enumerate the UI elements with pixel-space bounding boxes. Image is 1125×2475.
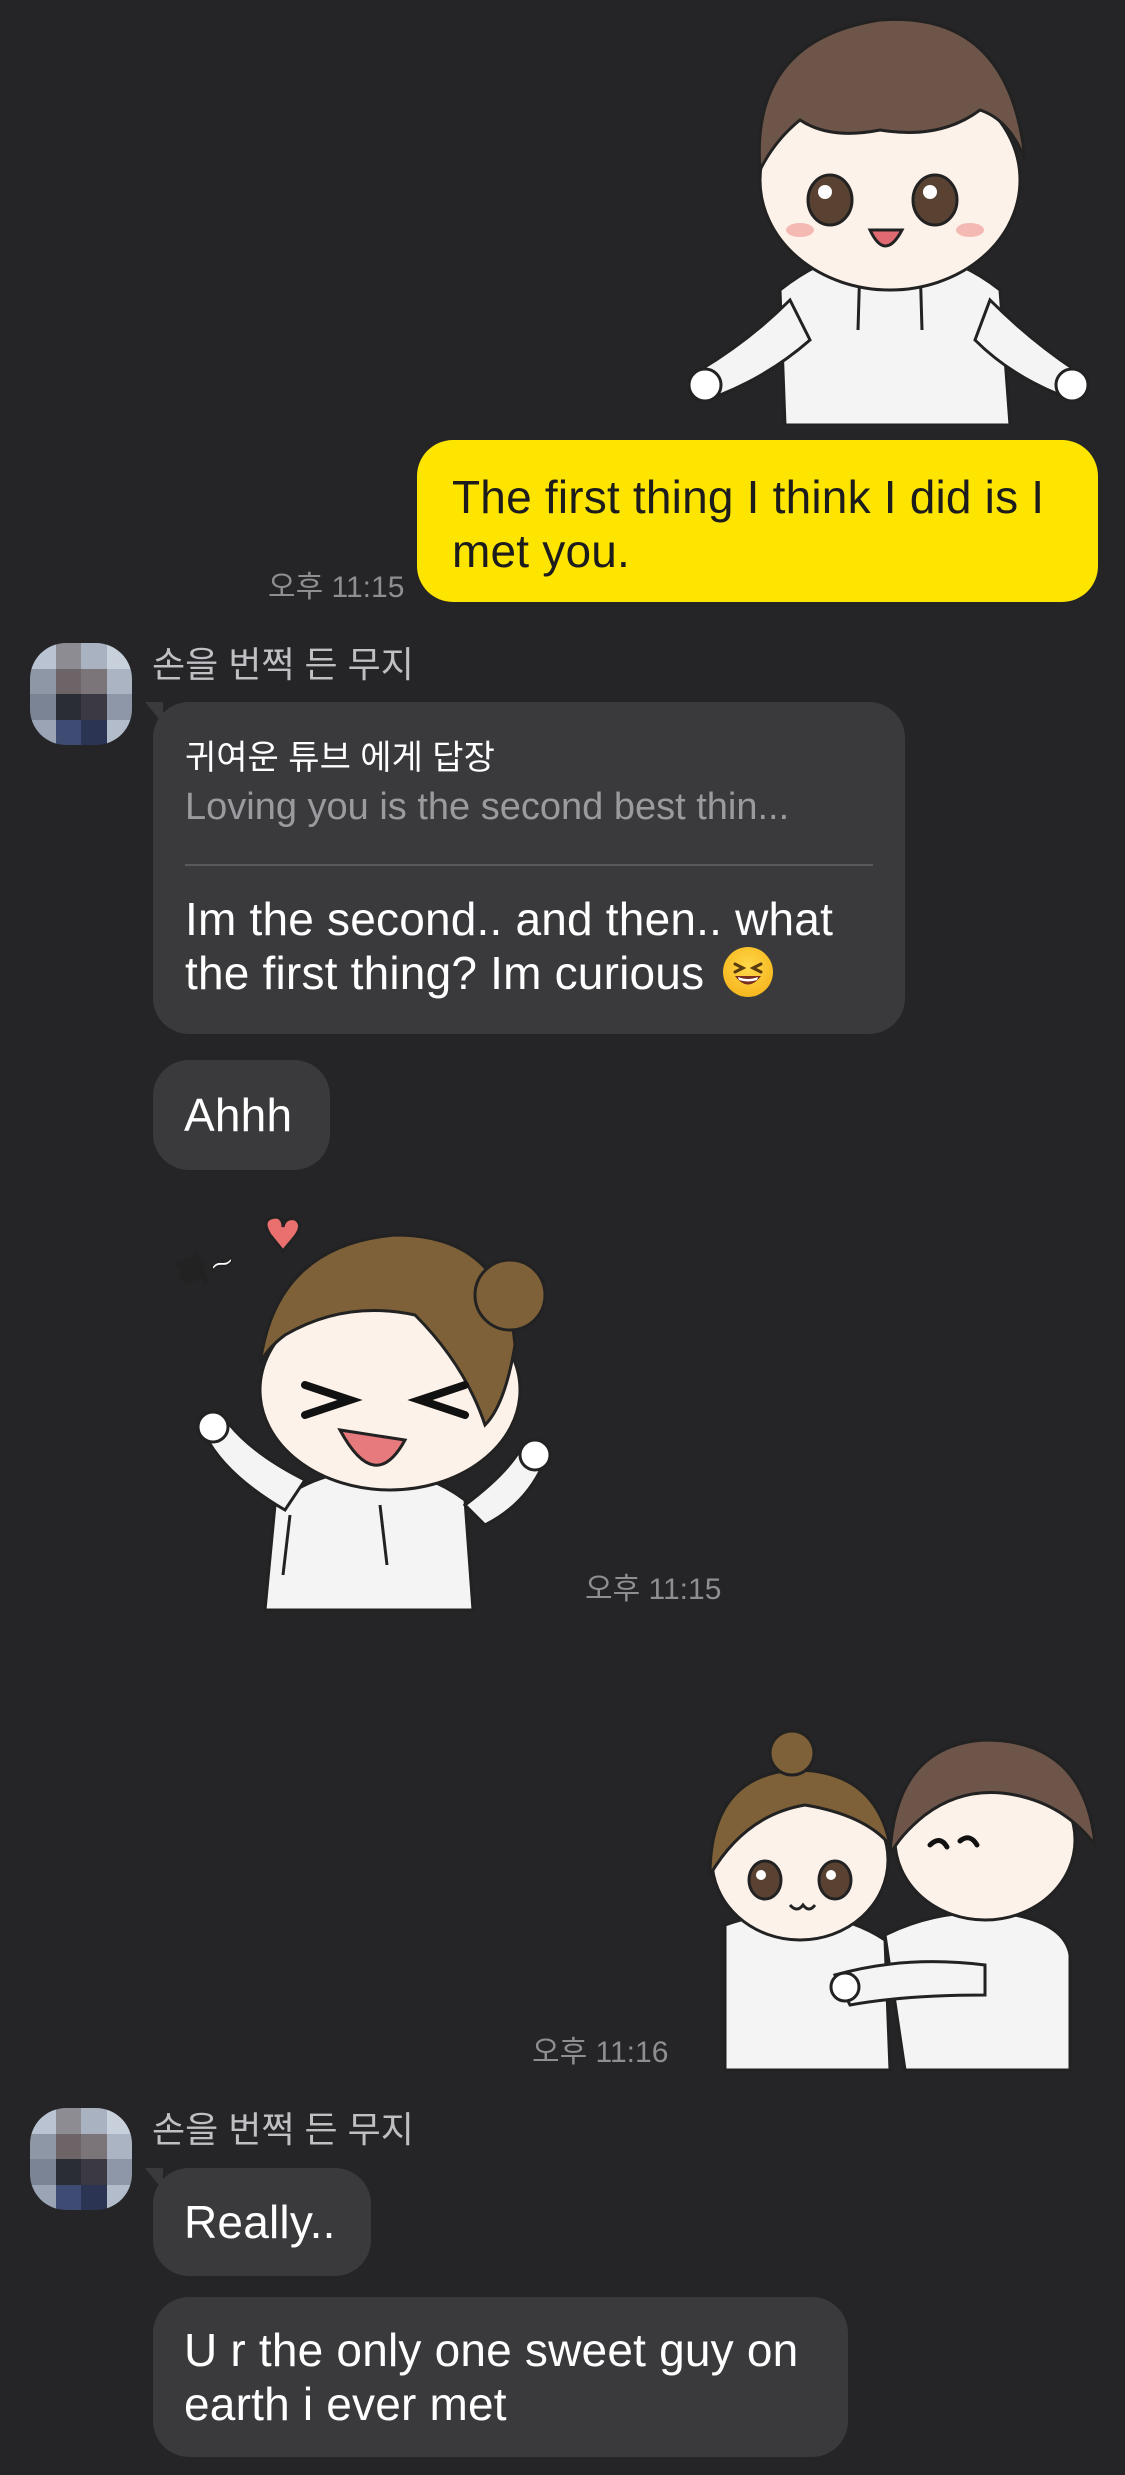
outgoing-message-bubble[interactable]: The first thing I think I did is I met y… xyxy=(417,440,1098,602)
message-timestamp: 오후 11:15 xyxy=(268,571,405,604)
message-timestamp: 오후 11:16 xyxy=(532,2036,669,2069)
reply-message-bubble[interactable]: 귀여운 튜브 에게 답장 Loving you is the second be… xyxy=(153,702,905,1034)
message-text-line: earth i ever met xyxy=(184,2378,507,2430)
message-text: Ahhh xyxy=(184,1089,293,1141)
message-text-line: The first thing I think I did is I xyxy=(452,471,1045,523)
incoming-message-bubble[interactable]: Ahhh xyxy=(153,1060,330,1170)
message-text-line: U r the only one sweet guy on xyxy=(184,2324,799,2376)
sender-name: 손을 번쩍 든 무지 xyxy=(152,644,414,685)
sender-avatar[interactable] xyxy=(30,2108,132,2210)
boy-waving-sticker[interactable] xyxy=(680,0,1090,425)
reply-divider xyxy=(185,864,873,866)
message-timestamp: 오후 11:15 xyxy=(585,1573,722,1606)
laughing-squinting-face-emoji-icon xyxy=(723,947,774,997)
boy-waving-sticker-art xyxy=(687,17,1090,425)
girl-cheering-sticker[interactable]: 꽉~ xyxy=(165,1205,575,1615)
sender-name: 손을 번쩍 든 무지 xyxy=(152,2109,414,2150)
incoming-message-bubble[interactable]: U r the only one sweet guy on earth i ev… xyxy=(153,2297,848,2457)
reply-header: 귀여운 튜브 에게 답장 xyxy=(185,739,495,777)
reply-quoted-text[interactable]: Loving you is the second best thin... xyxy=(185,784,789,830)
message-text-line: Im the second.. and then.. what xyxy=(185,893,834,945)
pixelated-avatar-image xyxy=(30,2108,132,2210)
couple-hug-sticker-art xyxy=(708,1729,1098,2072)
message-text-line-with-emoji: the first thing? Im curious xyxy=(185,946,774,1000)
message-text: Really.. xyxy=(184,2196,336,2248)
message-text: the first thing? Im curious xyxy=(185,947,705,999)
pixelated-avatar-image xyxy=(30,643,132,745)
svg-text:꽉~: 꽉~ xyxy=(172,1240,242,1298)
incoming-message-bubble[interactable]: Really.. xyxy=(153,2168,371,2276)
sender-avatar[interactable] xyxy=(30,643,132,745)
message-text-line: met you. xyxy=(452,525,631,577)
girl-cheering-sticker-art: 꽉~ xyxy=(171,1215,552,1612)
couple-hug-sticker[interactable] xyxy=(685,1725,1105,2075)
